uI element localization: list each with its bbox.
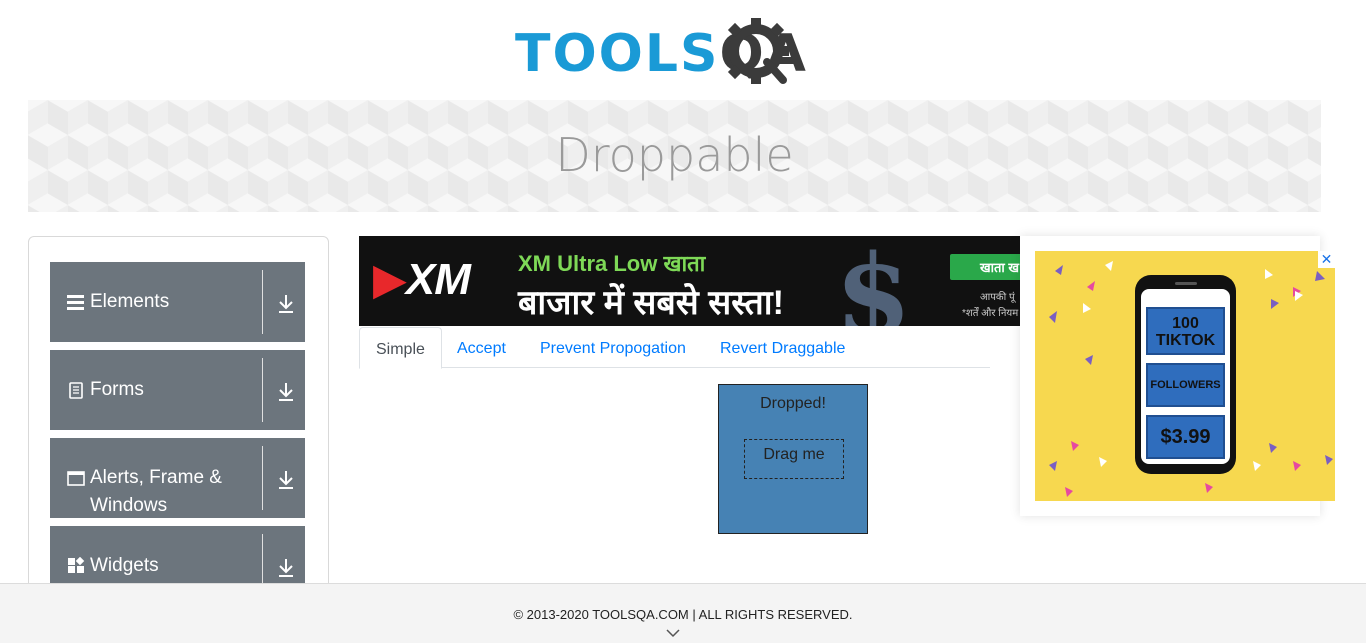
ad-banner-top[interactable]: ▶XM XM Ultra Low खाता बाजार में सबसे सस्…: [359, 236, 1020, 326]
divider: [262, 358, 263, 422]
xm-mark-icon: ▶: [373, 255, 407, 304]
ad-box-followers: FOLLOWERS: [1146, 363, 1225, 407]
nav-group-elements[interactable]: Elements: [50, 262, 305, 342]
nav-group-label: Forms: [90, 379, 144, 400]
copyright-text: © 2013-2020 TOOLSQA.COM | ALL RIGHTS RES…: [513, 607, 853, 622]
draggable-box[interactable]: Drag me: [744, 439, 844, 479]
nav-group-label: Alerts, Frame & Windows: [90, 467, 222, 516]
gear-icon: [723, 18, 789, 84]
xm-brand-text: XM: [405, 255, 471, 304]
droppable-label: Dropped!: [760, 395, 826, 412]
ad-close-icon[interactable]: ✕: [1318, 251, 1335, 268]
hamburger-icon: [67, 295, 84, 310]
tab-simple[interactable]: Simple: [359, 327, 442, 369]
logo-text-tools: TOOLS: [515, 24, 720, 84]
tab-prevent-propogation[interactable]: Prevent Propogation: [524, 327, 702, 368]
footer: © 2013-2020 TOOLSQA.COM | ALL RIGHTS RES…: [0, 583, 1366, 643]
ad-box-tiktok: 100 TIKTOK: [1146, 307, 1225, 355]
nav-group-forms[interactable]: Forms: [50, 350, 305, 430]
ad-cta-button[interactable]: खाता ख: [950, 254, 1020, 280]
document-icon: [69, 382, 83, 399]
ad-subheadline: बाजार में सबसे सस्ता!: [518, 284, 784, 322]
page-banner: Droppable: [28, 100, 1321, 212]
xm-logo: ▶XM: [373, 254, 471, 305]
nav-group-alerts-frame-windows[interactable]: Alerts, Frame & Windows: [50, 438, 305, 518]
download-icon[interactable]: [276, 380, 296, 402]
nav-group-label: Widgets: [90, 555, 159, 576]
download-icon[interactable]: [276, 468, 296, 490]
download-icon[interactable]: [276, 556, 296, 578]
divider: [262, 446, 263, 510]
ad-banner-right[interactable]: 100 TIKTOK FOLLOWERS $3.99: [1035, 251, 1335, 501]
left-nav-panel: Elements Forms Alerts, Frame & Windows W…: [28, 236, 329, 596]
window-icon: [67, 471, 85, 486]
divider: [262, 270, 263, 334]
droppable-tabs: Simple Accept Prevent Propogation Revert…: [359, 327, 990, 369]
page-title: Droppable: [555, 128, 794, 182]
tab-revert-draggable[interactable]: Revert Draggable: [704, 327, 861, 368]
tab-accept[interactable]: Accept: [441, 327, 522, 368]
phone-screen: 100 TIKTOK FOLLOWERS $3.99: [1141, 289, 1230, 464]
ad-fineprint-1: आपकी पूं: [980, 292, 1015, 303]
chevron-down-icon[interactable]: [666, 628, 680, 638]
ad-headline: XM Ultra Low खाता: [518, 251, 706, 276]
phone-illustration: 100 TIKTOK FOLLOWERS $3.99: [1135, 275, 1236, 474]
ad-box-price: $3.99: [1146, 415, 1225, 459]
widgets-icon: [68, 557, 85, 573]
phone-speaker: [1175, 282, 1197, 285]
toolsqa-logo[interactable]: TOOLSQA: [515, 16, 840, 92]
ad-fineprint-2: *शर्तें और नियम: [962, 308, 1019, 319]
dollar-icon: $: [835, 236, 912, 326]
nav-group-label: Elements: [90, 291, 170, 312]
ad-platform: TIKTOK: [1155, 332, 1216, 349]
download-icon[interactable]: [276, 292, 296, 314]
ad-count: 100: [1172, 315, 1199, 332]
